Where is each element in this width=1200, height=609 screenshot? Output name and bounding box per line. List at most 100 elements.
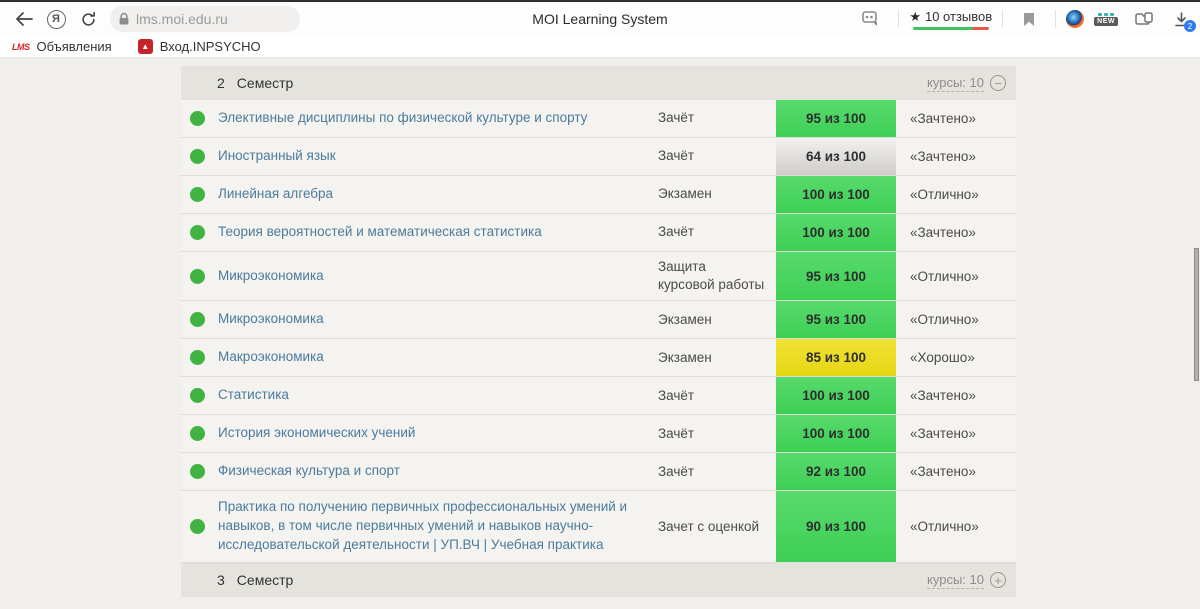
status-dot-icon: [190, 426, 205, 441]
course-list: Элективные дисциплины по физической куль…: [181, 100, 1016, 563]
semester-3-header: 3 Семестр курсы: 10 +: [181, 563, 1016, 597]
course-score-badge: 95 из 100: [776, 301, 896, 338]
course-grade: «Зачтено»: [896, 225, 1016, 240]
course-grade: «Зачтено»: [896, 426, 1016, 441]
reviews-label: 10 отзывов: [925, 9, 992, 24]
vertical-scrollbar-thumb[interactable]: [1194, 248, 1199, 381]
course-row: Линейная алгебра Экзамен 100 из 100 «Отл…: [181, 176, 1016, 214]
status-dot-icon: [190, 111, 205, 126]
toolbar-divider: [898, 10, 899, 28]
score-badge-cell: 100 из 100: [776, 176, 896, 213]
course-row: История экономических учений Зачёт 100 и…: [181, 415, 1016, 453]
yandex-logo-button[interactable]: Я: [43, 6, 69, 32]
bookmark-icon[interactable]: [1016, 6, 1042, 32]
course-row: Макроэкономика Экзамен 85 из 100 «Хорошо…: [181, 339, 1016, 377]
course-score-badge: 85 из 100: [776, 339, 896, 376]
course-name-link[interactable]: История экономических учений: [218, 417, 658, 450]
course-grade: «Отлично»: [896, 312, 1016, 327]
semester-label: Семестр: [237, 75, 294, 91]
lock-icon: [118, 12, 130, 26]
course-name-link[interactable]: Практика по получению первичных професси…: [218, 491, 658, 562]
course-assessment-type: Зачёт: [658, 419, 776, 449]
course-name-link[interactable]: Статистика: [218, 379, 658, 412]
screenshot-new-extension-icon[interactable]: NEW: [1094, 13, 1118, 26]
course-assessment-type: Зачёт: [658, 103, 776, 133]
course-name-link[interactable]: Макроэкономика: [218, 341, 658, 374]
course-name-link[interactable]: Элективные дисциплины по физической куль…: [218, 102, 658, 135]
semester-number: 2: [217, 75, 225, 91]
status-dot-cell: [181, 415, 218, 452]
address-bar[interactable]: lms.moi.edu.ru: [110, 6, 300, 32]
refresh-button[interactable]: [75, 6, 101, 32]
status-dot-cell: [181, 138, 218, 175]
status-dot-cell: [181, 301, 218, 338]
course-score-badge: 95 из 100: [776, 100, 896, 137]
status-dot-icon: [190, 149, 205, 164]
bookmark-label: Вход.INPSYCHO: [160, 39, 261, 54]
bookmark-item-inpsycho[interactable]: ▲ Вход.INPSYCHO: [138, 39, 261, 54]
status-dot-icon: [190, 225, 205, 240]
bookmark-item-lms[interactable]: LMS Объявления: [12, 39, 112, 54]
toolbar-divider: [1055, 10, 1056, 28]
course-grade: «Зачтено»: [896, 464, 1016, 479]
url-text: lms.moi.edu.ru: [136, 11, 228, 27]
bookmarks-bar: LMS Объявления ▲ Вход.INPSYCHO: [0, 36, 1200, 58]
course-score-badge: 92 из 100: [776, 453, 896, 490]
course-score-badge: 100 из 100: [776, 214, 896, 251]
course-name-link[interactable]: Теория вероятностей и математическая ста…: [218, 216, 658, 249]
course-assessment-type: Зачет с оценкой: [658, 512, 776, 542]
status-dot-icon: [190, 350, 205, 365]
collapse-semester-icon[interactable]: −: [990, 75, 1006, 91]
course-row: Статистика Зачёт 100 из 100 «Зачтено»: [181, 377, 1016, 415]
downloads-button[interactable]: 2: [1170, 8, 1192, 30]
score-badge-cell: 95 из 100: [776, 301, 896, 338]
star-icon: ★: [909, 9, 921, 25]
score-badge-cell: 64 из 100: [776, 138, 896, 175]
status-dot-cell: [181, 214, 218, 251]
courses-count-link[interactable]: курсы: 10: [927, 75, 984, 92]
score-badge-cell: 95 из 100: [776, 100, 896, 137]
lms-favicon: LMS: [12, 42, 30, 52]
status-dot-icon: [190, 269, 205, 284]
course-name-link[interactable]: Линейная алгебра: [218, 178, 658, 211]
course-row: Микроэкономика Защита курсовой работы 95…: [181, 252, 1016, 301]
courses-count-link[interactable]: курсы: 10: [927, 572, 984, 589]
course-name-link[interactable]: Микроэкономика: [218, 303, 658, 336]
collections-icon[interactable]: [1131, 6, 1157, 32]
back-button[interactable]: [11, 6, 37, 32]
site-info-icon[interactable]: [859, 6, 885, 32]
semester-label: Семестр: [237, 572, 294, 588]
course-name-link[interactable]: Микроэкономика: [218, 260, 658, 293]
course-row: Микроэкономика Экзамен 95 из 100 «Отличн…: [181, 301, 1016, 339]
course-assessment-type: Зачёт: [658, 381, 776, 411]
course-score-badge: 100 из 100: [776, 415, 896, 452]
status-dot-icon: [190, 312, 205, 327]
downloads-count-badge: 2: [1184, 20, 1196, 32]
course-score-badge: 95 из 100: [776, 252, 896, 300]
course-name-link[interactable]: Иностранный язык: [218, 140, 658, 173]
status-dot-cell: [181, 339, 218, 376]
course-score-badge: 100 из 100: [776, 176, 896, 213]
new-badge: NEW: [1094, 17, 1118, 26]
bookmark-label: Объявления: [37, 39, 112, 54]
rating-bar: [913, 27, 989, 30]
course-row: Теория вероятностей и математическая ста…: [181, 214, 1016, 252]
course-grade: «Зачтено»: [896, 111, 1016, 126]
course-grade: «Отлично»: [896, 269, 1016, 284]
course-row: Физическая культура и спорт Зачёт 92 из …: [181, 453, 1016, 491]
course-grade: «Зачтено»: [896, 388, 1016, 403]
course-assessment-type: Зачёт: [658, 457, 776, 487]
extension-browser-icon[interactable]: [1066, 10, 1084, 28]
status-dot-icon: [190, 388, 205, 403]
expand-semester-icon[interactable]: +: [990, 572, 1006, 588]
course-name-link[interactable]: Физическая культура и спорт: [218, 455, 658, 488]
status-dot-icon: [190, 464, 205, 479]
course-row: Иностранный язык Зачёт 64 из 100 «Зачтен…: [181, 138, 1016, 176]
course-assessment-type: Экзамен: [658, 343, 776, 373]
reviews-button[interactable]: ★ 10 отзывов: [909, 9, 992, 30]
course-grade: «Отлично»: [896, 187, 1016, 202]
status-dot-cell: [181, 100, 218, 137]
score-badge-cell: 90 из 100: [776, 491, 896, 562]
course-assessment-type: Экзамен: [658, 305, 776, 335]
score-badge-cell: 100 из 100: [776, 214, 896, 251]
